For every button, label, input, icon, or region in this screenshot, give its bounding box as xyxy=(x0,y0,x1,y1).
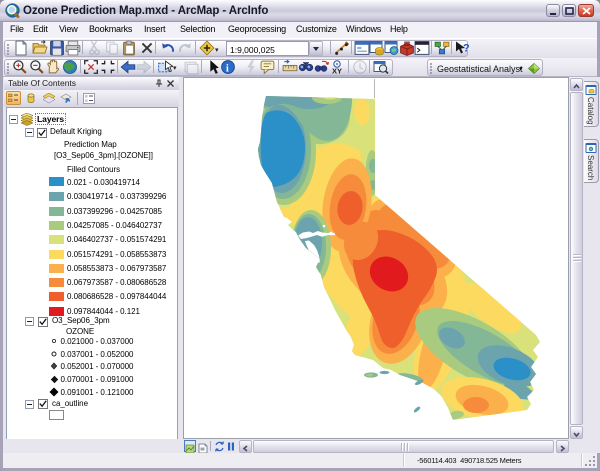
svg-text:i: i xyxy=(226,63,229,74)
svg-text:?: ? xyxy=(463,43,470,55)
svg-text:XY: XY xyxy=(332,67,342,76)
